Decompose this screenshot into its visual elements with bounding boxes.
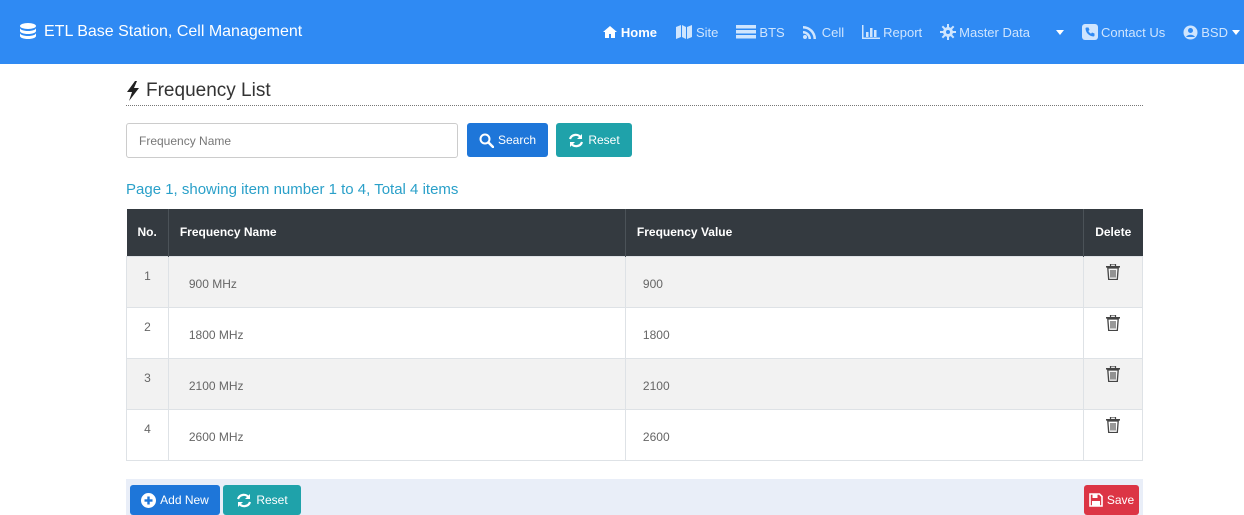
table-row: 4 2600 MHz 2600 bbox=[126, 408, 1144, 461]
add-new-button[interactable]: Add New bbox=[130, 485, 220, 515]
brand-title: ETL Base Station, Cell Management bbox=[44, 23, 303, 40]
home-icon bbox=[602, 25, 618, 39]
phone-icon bbox=[1081, 24, 1098, 40]
nav-label-cell: Cell bbox=[821, 24, 845, 40]
nav-item-master-data[interactable]: Master Data bbox=[940, 24, 1030, 40]
save-button[interactable]: Save bbox=[1084, 485, 1139, 515]
row-number: 3 bbox=[126, 357, 169, 410]
chevron-down-icon bbox=[1232, 29, 1240, 35]
table-row: 1 900 MHz 900 bbox=[126, 255, 1144, 308]
server-icon bbox=[736, 25, 757, 39]
reset-search-button[interactable]: Reset bbox=[556, 123, 632, 157]
frequency-value-cell: 1800 bbox=[624, 306, 1084, 359]
user-circle-icon bbox=[1183, 25, 1198, 40]
frequency-name-cell: 1800 MHz bbox=[167, 306, 626, 359]
frequency-value-cell: 2100 bbox=[624, 357, 1084, 410]
nav-label-home: Home bbox=[620, 24, 657, 40]
search-icon bbox=[479, 133, 494, 148]
chevron-down-icon bbox=[1055, 29, 1064, 35]
reset-form-button-label: Reset bbox=[256, 493, 288, 507]
row-number: 2 bbox=[126, 306, 169, 359]
delete-cell bbox=[1082, 408, 1144, 461]
bar-chart-icon bbox=[862, 25, 881, 39]
table-row: 2 1800 MHz 1800 bbox=[126, 306, 1144, 359]
column-header-no: No. bbox=[126, 209, 169, 256]
database-icon bbox=[18, 22, 38, 42]
main-nav: Home Site BTS Cell Report Master Data Co… bbox=[584, 24, 1240, 40]
nav-item-report[interactable]: Report bbox=[862, 25, 922, 40]
gear-icon bbox=[940, 24, 957, 40]
page-title: Frequency List bbox=[126, 76, 1143, 106]
nav-item-contact-us[interactable]: Contact Us bbox=[1081, 24, 1166, 40]
column-header-delete: Delete bbox=[1083, 209, 1143, 256]
save-button-label: Save bbox=[1106, 493, 1135, 507]
column-header-frequency-value: Frequency Value bbox=[625, 209, 1084, 256]
add-new-button-label: Add New bbox=[160, 493, 209, 507]
reset-button-label: Reset bbox=[588, 133, 620, 147]
frequency-name-cell: 900 MHz bbox=[167, 255, 626, 308]
nav-label-site: Site bbox=[696, 24, 719, 40]
row-number: 4 bbox=[126, 408, 169, 461]
top-navbar: ETL Base Station, Cell Management Home S… bbox=[0, 0, 1244, 64]
refresh-icon bbox=[568, 133, 584, 148]
reset-form-button[interactable]: Reset bbox=[223, 485, 301, 515]
delete-cell bbox=[1082, 255, 1144, 308]
nav-item-home[interactable]: Home bbox=[602, 25, 657, 40]
nav-item-site[interactable]: Site bbox=[675, 24, 718, 40]
plus-circle-icon bbox=[141, 492, 157, 508]
pagination-info: Page 1, showing item number 1 to 4, Tota… bbox=[126, 181, 459, 198]
brand[interactable]: ETL Base Station, Cell Management bbox=[18, 22, 302, 42]
nav-item-bts[interactable]: BTS bbox=[736, 24, 785, 40]
frequency-table: No. Frequency Name Frequency Value Delet… bbox=[126, 209, 1144, 461]
trash-icon[interactable] bbox=[1105, 314, 1120, 331]
refresh-icon bbox=[236, 493, 252, 508]
row-number: 1 bbox=[126, 255, 169, 308]
nav-item-user[interactable]: BSD bbox=[1183, 25, 1240, 40]
frequency-value-cell: 2600 bbox=[624, 408, 1084, 461]
trash-icon[interactable] bbox=[1105, 416, 1120, 433]
nav-label-user: BSD bbox=[1201, 24, 1228, 40]
frequency-name-cell: 2100 MHz bbox=[167, 357, 626, 410]
delete-cell bbox=[1082, 357, 1144, 410]
map-icon bbox=[675, 24, 693, 40]
nav-label-contact-us: Contact Us bbox=[1100, 24, 1166, 40]
nav-item-cell[interactable]: Cell bbox=[802, 24, 845, 40]
table-header-row: No. Frequency Name Frequency Value Delet… bbox=[126, 209, 1143, 256]
rss-icon bbox=[802, 25, 819, 39]
master-data-dropdown[interactable] bbox=[1052, 29, 1064, 35]
nav-label-report: Report bbox=[883, 24, 923, 40]
search-button[interactable]: Search bbox=[467, 123, 548, 157]
nav-label-bts: BTS bbox=[759, 24, 785, 40]
table-row: 3 2100 MHz 2100 bbox=[126, 357, 1144, 410]
frequency-value-cell: 900 bbox=[624, 255, 1084, 308]
frequency-name-search-input[interactable] bbox=[126, 123, 458, 158]
delete-cell bbox=[1082, 306, 1144, 359]
bolt-icon bbox=[126, 80, 140, 101]
save-icon bbox=[1089, 493, 1103, 507]
column-header-frequency-name: Frequency Name bbox=[168, 209, 626, 256]
trash-icon[interactable] bbox=[1105, 263, 1120, 280]
nav-label-master-data: Master Data bbox=[959, 24, 1030, 40]
search-button-label: Search bbox=[497, 133, 537, 147]
trash-icon[interactable] bbox=[1105, 365, 1120, 382]
page-title-text: Frequency List bbox=[146, 79, 271, 101]
frequency-name-cell: 2600 MHz bbox=[167, 408, 626, 461]
